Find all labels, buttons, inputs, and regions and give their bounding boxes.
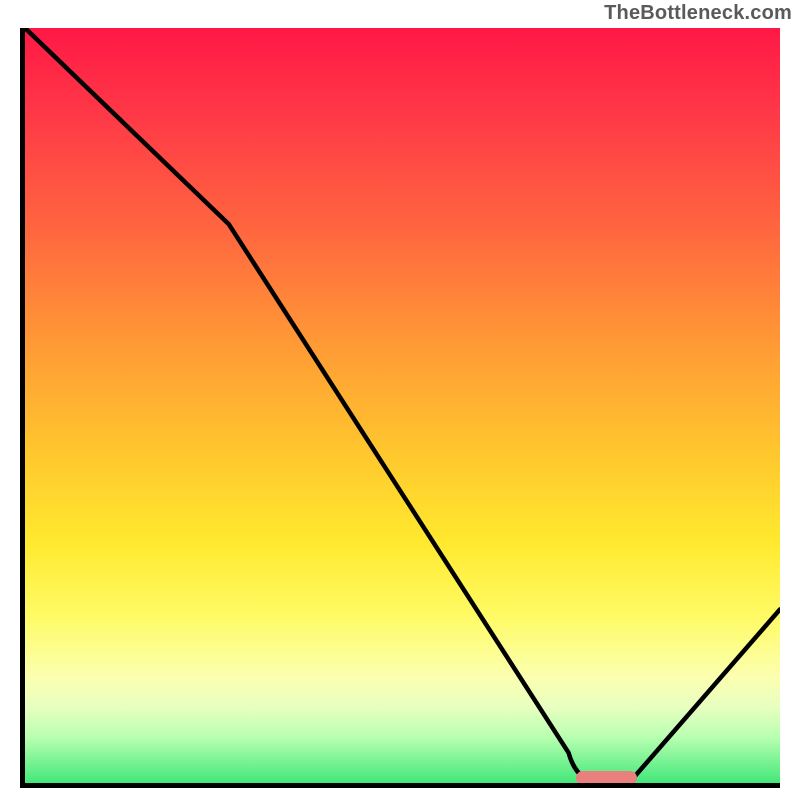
watermark-label: TheBottleneck.com <box>604 2 792 25</box>
curve-path <box>25 28 780 783</box>
optimal-range-marker <box>576 771 636 785</box>
plot-area <box>20 28 780 788</box>
bottleneck-curve <box>25 28 780 783</box>
chart-frame: TheBottleneck.com <box>0 0 800 800</box>
